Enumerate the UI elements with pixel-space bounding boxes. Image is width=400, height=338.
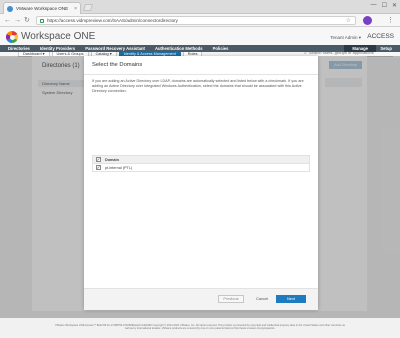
domain-checkbox[interactable]: ✓	[96, 165, 101, 170]
dialog-footer: Previous Cancel Next	[84, 288, 318, 310]
reload-icon[interactable]: ↻	[24, 16, 30, 25]
workspace-one-logo-icon	[6, 31, 18, 43]
maximize-icon[interactable]: ☐	[382, 2, 387, 9]
brand-name: Workspace ONE	[21, 31, 96, 42]
table-header: ✓ Domain	[92, 155, 310, 164]
product-name: ACCESS	[367, 33, 394, 40]
url-text: https://access.vidmpreview.com/SAAS/admi…	[47, 18, 178, 23]
tab-close-icon[interactable]: ×	[74, 6, 77, 12]
divider	[84, 74, 318, 75]
subnav-policies[interactable]: Policies	[208, 45, 234, 52]
previous-button[interactable]: Previous	[218, 295, 244, 303]
subnav-authentication-methods[interactable]: Authentication Methods	[150, 45, 208, 52]
domains-table: ✓ Domain ✓ pt.internal (PTL)	[92, 155, 310, 172]
next-button[interactable]: Next	[276, 295, 306, 303]
dialog-description: If you are adding an Active Directory ov…	[92, 79, 304, 94]
subnav-password-recovery[interactable]: Password Recovery Assistant	[80, 45, 150, 52]
cancel-button[interactable]: Cancel	[256, 295, 268, 303]
address-bar-row: ← → ↻ https://access.vidmpreview.com/SAA…	[0, 14, 400, 27]
tab-title: VMware Workspace ONE	[16, 6, 69, 11]
browser-tab[interactable]: VMware Workspace ONE ×	[3, 2, 81, 14]
column-header-domain: Domain	[105, 157, 119, 162]
domain-name: pt.internal (PTL)	[105, 165, 133, 170]
sub-nav: Directories Identity Providers Password …	[0, 45, 400, 52]
lock-icon	[40, 18, 44, 23]
manage-button[interactable]: Manage	[344, 45, 376, 52]
browser-menu-icon[interactable]: ⋮	[387, 16, 394, 25]
page-footer: VMware Workspace ONE Access™ Build 89.1b…	[0, 318, 400, 338]
app-header: Workspace ONE Tenant Admin ▾ ACCESS Dash…	[0, 27, 400, 58]
new-tab-button[interactable]	[83, 4, 93, 11]
copyright-text: VMware Workspace ONE Access™ Build 89.1b…	[55, 324, 345, 331]
close-window-icon[interactable]: ✕	[392, 2, 397, 9]
select-all-checkbox[interactable]: ✓	[96, 157, 101, 162]
minimize-icon[interactable]: —	[371, 2, 377, 9]
favicon-icon	[7, 5, 13, 12]
table-row[interactable]: ✓ pt.internal (PTL)	[92, 164, 310, 172]
back-icon[interactable]: ←	[4, 16, 11, 25]
bookmark-star-icon[interactable]: ☆	[346, 17, 351, 24]
setup-button[interactable]: Setup	[378, 45, 394, 52]
subnav-directories[interactable]: Directories	[3, 45, 35, 52]
extension-icon[interactable]	[363, 16, 372, 25]
forward-icon[interactable]: →	[14, 16, 21, 25]
browser-tabbar: VMware Workspace ONE × — ☐ ✕	[0, 0, 400, 14]
select-domains-dialog: Select the Domains If you are adding an …	[84, 56, 318, 310]
url-field[interactable]: https://access.vidmpreview.com/SAAS/admi…	[36, 16, 356, 25]
tenant-menu[interactable]: Tenant Admin ▾	[330, 35, 361, 41]
window-controls: — ☐ ✕	[371, 2, 397, 9]
subnav-identity-providers[interactable]: Identity Providers	[35, 45, 80, 52]
dialog-title: Select the Domains	[92, 62, 143, 68]
